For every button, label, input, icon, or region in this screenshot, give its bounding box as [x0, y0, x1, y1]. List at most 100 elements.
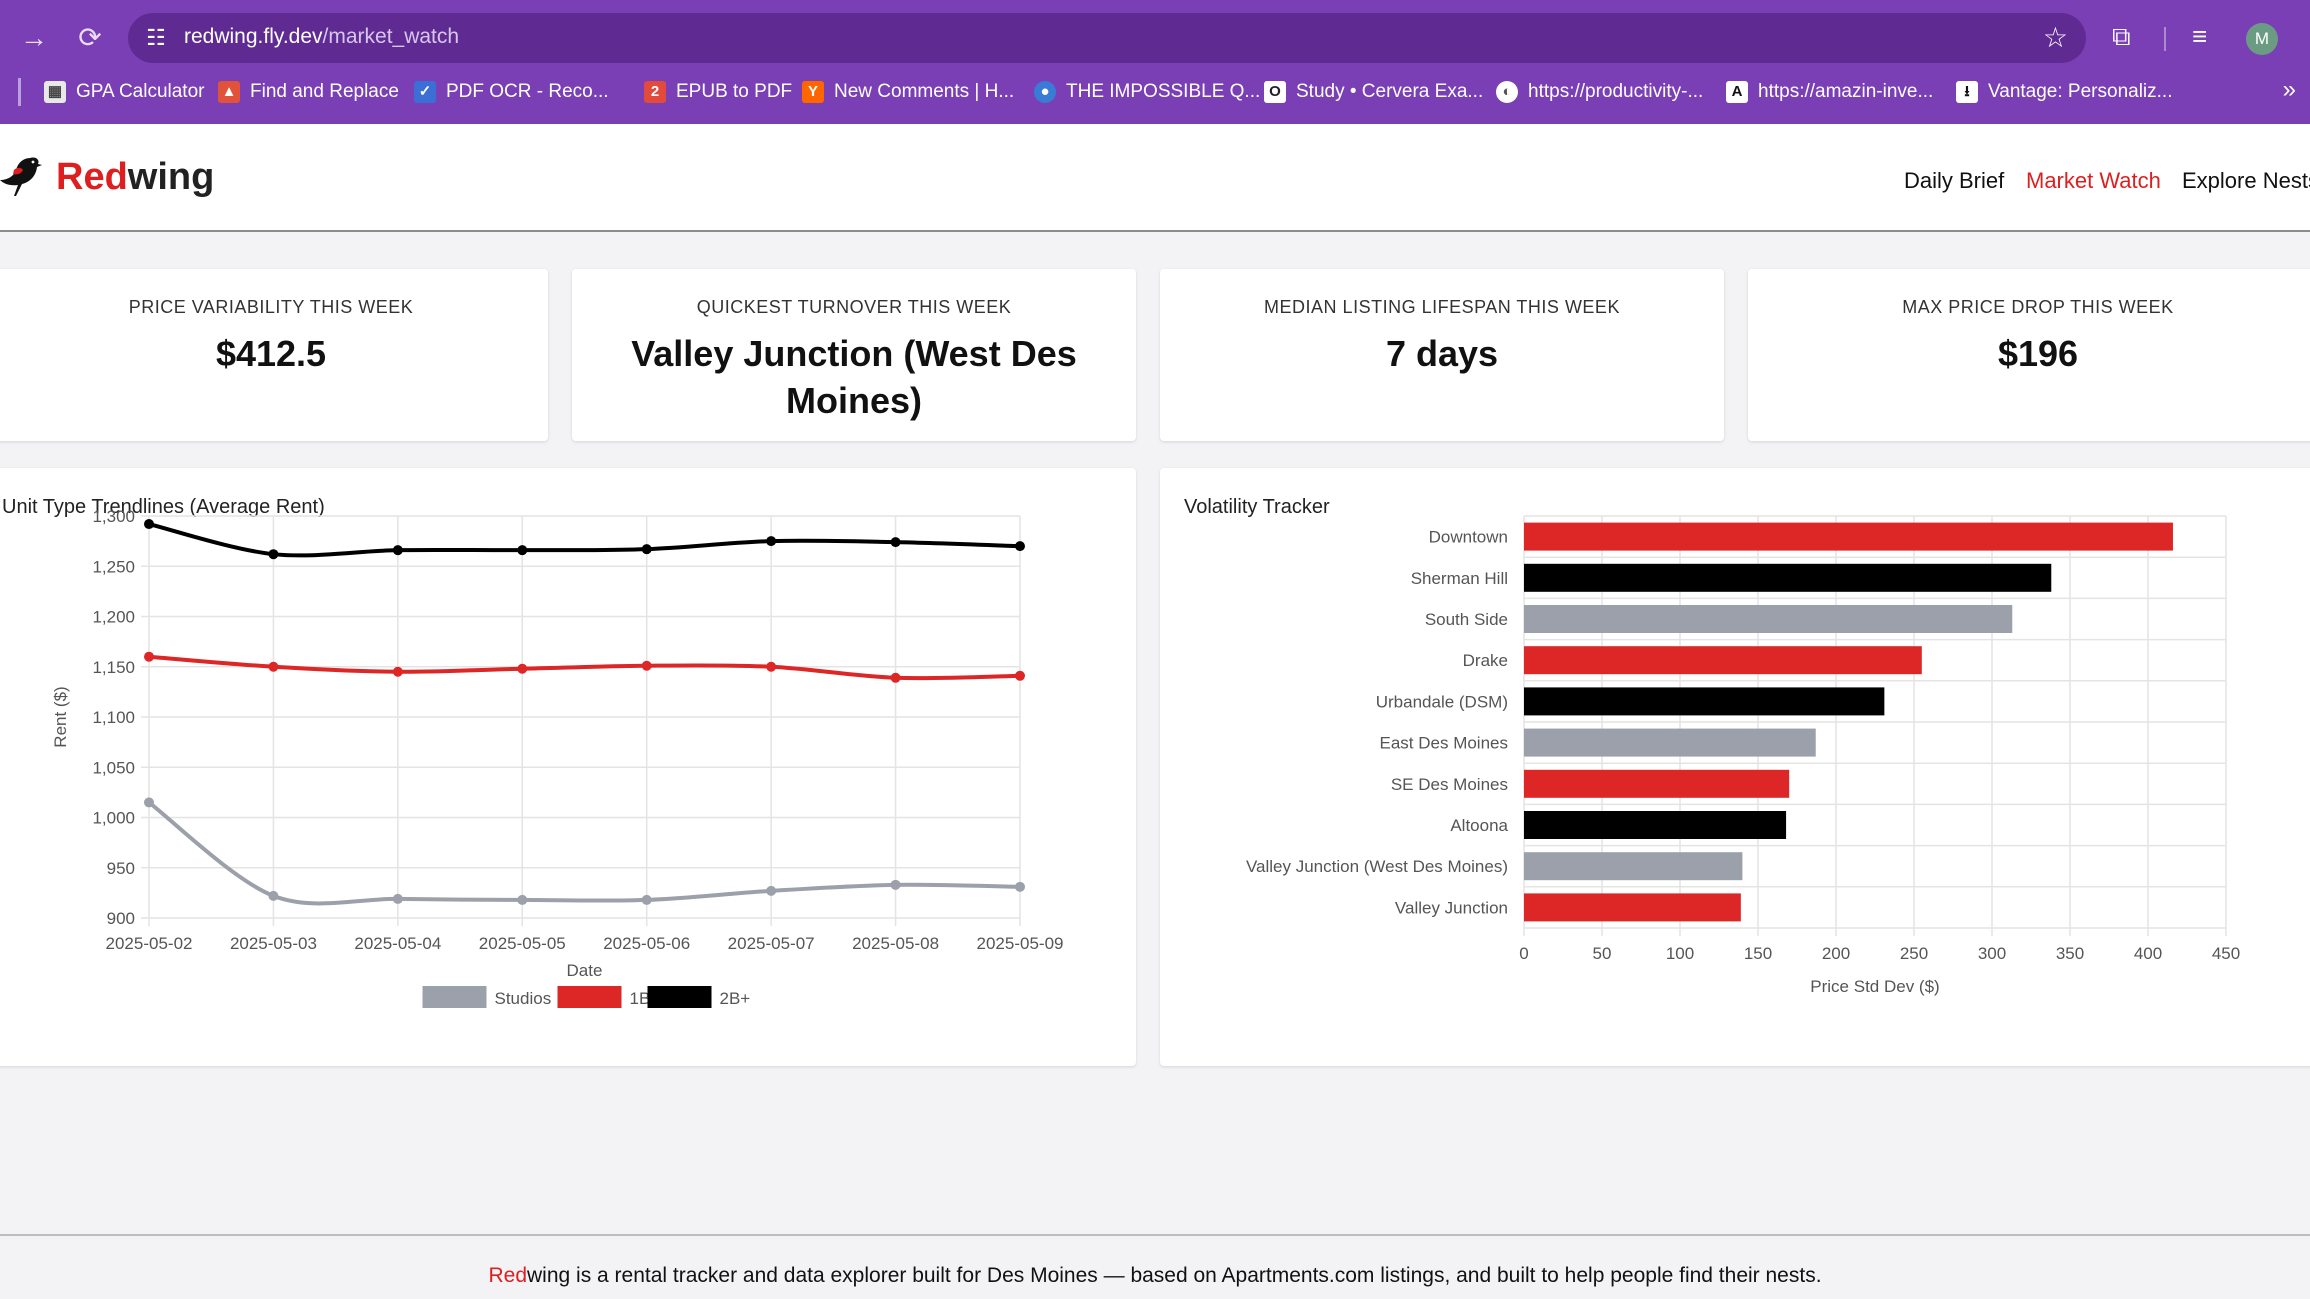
kpi-price-variability: PRICE VARIABILITY THIS WEEK $412.5: [0, 269, 548, 441]
data-point[interactable]: [144, 797, 154, 808]
bookmark-find-replace[interactable]: ▲ Find and Replace: [218, 78, 399, 106]
trendlines-card: Unit Type Trendlines (Average Rent) 900 9…: [0, 468, 1136, 1066]
category-label: Valley Junction (West Des Moines): [1246, 857, 1508, 876]
x-axis-label: Date: [567, 961, 603, 980]
kpi-value: Valley Junction (West Des Moines): [631, 333, 1077, 421]
volatility-bar[interactable]: [1524, 728, 1816, 757]
kpi-label: PRICE VARIABILITY THIS WEEK: [128, 297, 414, 317]
media-control-icon[interactable]: ≡: [2192, 21, 2207, 52]
volatility-bar[interactable]: [1524, 605, 2013, 633]
data-point[interactable]: [517, 663, 528, 674]
data-point[interactable]: [1015, 670, 1025, 681]
extensions-icon[interactable]: ⧉: [2112, 21, 2131, 53]
kpi-median-lifespan: MEDIAN LISTING LIFESPAN THIS WEEK 7 days: [1160, 269, 1724, 441]
volatility-bar[interactable]: [1524, 687, 1885, 716]
forward-icon[interactable]: →: [16, 20, 52, 56]
data-point[interactable]: [268, 661, 279, 672]
nav-daily-brief[interactable]: Daily Brief: [1904, 168, 2004, 194]
legend-swatch[interactable]: [422, 986, 487, 1008]
legend-swatch[interactable]: [557, 986, 622, 1008]
x-tick-label: 2025-05-04: [354, 934, 441, 953]
bookmark-amazin-invest[interactable]: A https://amazin-inve...: [1726, 78, 1933, 106]
x-tick-label: 2025-05-09: [977, 934, 1064, 953]
kpi-label: MEDIAN LISTING LIFESPAN THIS WEEK: [1264, 297, 1620, 317]
data-point[interactable]: [890, 879, 901, 890]
grid-icon: ▦: [44, 81, 66, 103]
bookmark-pdf-ocr[interactable]: ✓ PDF OCR - Reco...: [414, 78, 609, 106]
bookmark-hacker-news[interactable]: Y New Comments | H...: [802, 78, 1014, 106]
volatility-bar[interactable]: [1524, 563, 2052, 592]
legend-label[interactable]: Studios: [495, 989, 552, 1008]
data-point[interactable]: [517, 894, 528, 905]
data-point[interactable]: [641, 544, 652, 555]
data-point[interactable]: [517, 545, 528, 556]
bookmark-vantage[interactable]: ⭳ Vantage: Personaliz...: [1956, 78, 2172, 106]
profile-avatar[interactable]: M: [2246, 23, 2278, 55]
more-bookmarks-icon[interactable]: »: [2283, 76, 2296, 104]
category-label: Altoona: [1450, 816, 1508, 835]
x-tick-label: 250: [1900, 944, 1928, 963]
y-tick-label: 1,300: [92, 507, 135, 526]
data-point[interactable]: [1015, 881, 1025, 892]
globe-icon: ●: [1034, 81, 1056, 103]
volatility-bar[interactable]: [1524, 769, 1790, 798]
y-tick-label: 950: [107, 859, 135, 878]
volatility-bar[interactable]: [1524, 852, 1743, 881]
data-point[interactable]: [766, 536, 777, 547]
data-point[interactable]: [268, 890, 279, 901]
data-point[interactable]: [268, 549, 279, 560]
x-tick-label: 2025-05-02: [106, 934, 193, 953]
bookmark-gpa-calculator[interactable]: ▦ GPA Calculator: [44, 78, 204, 106]
data-point[interactable]: [766, 661, 777, 672]
data-point[interactable]: [392, 666, 403, 677]
reload-icon[interactable]: ⟳: [72, 20, 108, 56]
data-point[interactable]: [144, 519, 154, 530]
site-header: Redwing Daily Brief Market Watch Explore…: [0, 124, 2310, 232]
logo-red: Red: [56, 156, 128, 198]
category-label: Valley Junction: [1395, 898, 1508, 917]
bookmarks-bar: ▦ GPA Calculator ▲ Find and Replace ✓ PD…: [0, 74, 2310, 110]
data-point[interactable]: [392, 545, 403, 556]
bookmark-label: EPUB to PDF: [676, 81, 793, 102]
nav-market-watch[interactable]: Market Watch: [2026, 168, 2161, 194]
study-icon: O: [1264, 81, 1286, 103]
download-icon: ⭳: [1956, 81, 1978, 103]
data-point[interactable]: [641, 660, 652, 671]
volatility-bar[interactable]: [1524, 522, 2173, 551]
volatility-bar[interactable]: [1524, 893, 1741, 922]
data-point[interactable]: [144, 651, 154, 662]
volatility-chart: 0 50 100 150 200 250 300 350 400 450 Downtown Sherm…: [1246, 515, 2240, 996]
bookmark-epub-pdf[interactable]: 2 EPUB to PDF: [644, 78, 792, 106]
bookmark-label: PDF OCR - Reco...: [446, 81, 609, 102]
site-logo[interactable]: Redwing: [56, 156, 214, 199]
a-icon: A: [1726, 81, 1748, 103]
epub-icon: 2: [644, 81, 666, 103]
data-point[interactable]: [392, 893, 403, 904]
address-bar[interactable]: ☷ redwing.fly.dev/market_watch ☆: [128, 13, 2086, 63]
bookmark-impossible-quiz[interactable]: ● THE IMPOSSIBLE Q...: [1034, 78, 1260, 106]
site-info-icon[interactable]: ☷: [142, 24, 170, 52]
y-tick-label: 1,150: [92, 658, 135, 677]
x-tick-label: 350: [2056, 944, 2084, 963]
bookmark-label: Vantage: Personaliz...: [1988, 81, 2173, 102]
data-point[interactable]: [1015, 541, 1025, 552]
address-url[interactable]: redwing.fly.dev/market_watch: [184, 25, 459, 49]
footer-brand-red: Red: [488, 1264, 527, 1287]
browser-toolbar: → ⟳ ☷ redwing.fly.dev/market_watch ☆ ⧉ ≡…: [0, 11, 2310, 63]
url-path: /market_watch: [322, 25, 460, 48]
nav-explore-nests[interactable]: Explore Nests: [2182, 168, 2310, 194]
data-point[interactable]: [890, 672, 901, 683]
x-tick-label: 450: [2212, 944, 2240, 963]
bookmark-study-cervera[interactable]: O Study • Cervera Exa...: [1264, 78, 1483, 106]
bookmark-productivity[interactable]: ◐ https://productivity-...: [1496, 78, 1703, 106]
legend-swatch[interactable]: [647, 986, 712, 1008]
legend-label[interactable]: 2B+: [720, 989, 751, 1008]
volatility-card: Volatility Tracker 0 50 100 150 200 250 300 350…: [1160, 468, 2310, 1066]
data-point[interactable]: [641, 894, 652, 905]
data-point[interactable]: [890, 537, 901, 548]
bookmark-star-icon[interactable]: ☆: [2043, 21, 2068, 54]
legend-label[interactable]: 1B: [630, 989, 651, 1008]
volatility-bar[interactable]: [1524, 811, 1787, 839]
volatility-bar[interactable]: [1524, 646, 1922, 675]
data-point[interactable]: [766, 885, 777, 896]
